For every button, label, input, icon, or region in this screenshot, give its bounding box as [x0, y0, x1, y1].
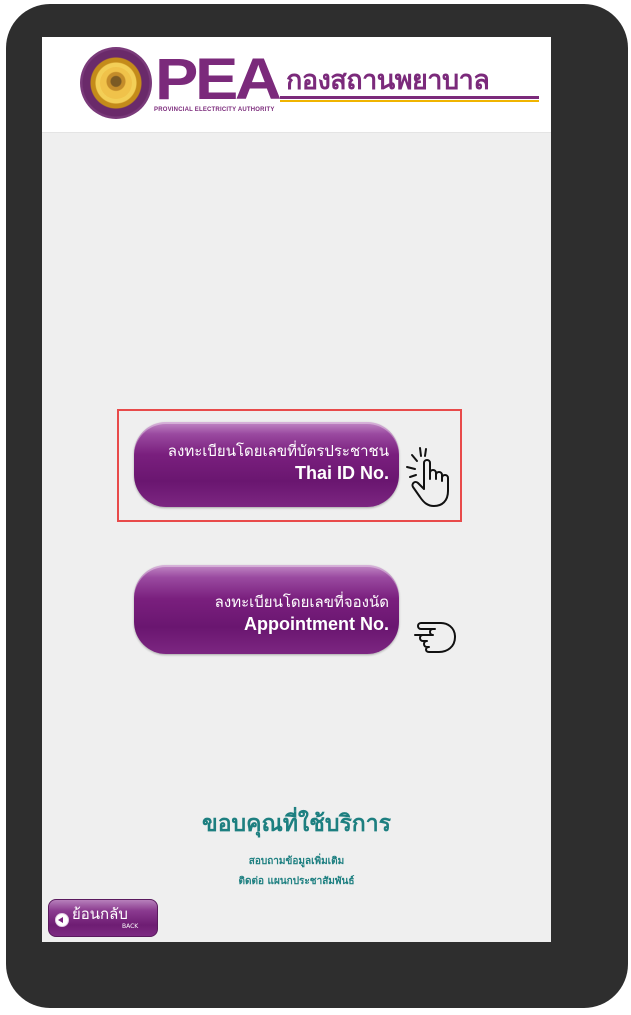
pea-logo-text: PEA: [155, 47, 282, 112]
seal-emblem: [100, 67, 132, 99]
register-appointment-button[interactable]: ลงทะเบียนโดยเลขที่จองนัด Appointment No.: [134, 565, 399, 654]
kiosk-screen: PEA PROVINCIAL ELECTRICITY AUTHORITY กอง…: [42, 37, 551, 942]
contact-info-line1: สอบถามข้อมูลเพิ่มเติม: [248, 856, 345, 867]
contact-info-line2: ติดต่อ แผนกประชาสัมพันธ์: [238, 876, 355, 887]
thank-you-message: ขอบคุณที่ใช้บริการ: [201, 811, 391, 837]
back-button[interactable]: ย้อนกลับ BACK: [48, 899, 158, 937]
title-underline: [280, 96, 539, 99]
button-label-english: Appointment No.: [244, 614, 389, 634]
button-label: ลงทะเบียนโดยเลขที่บัตรประชาชน Thai ID No…: [168, 442, 389, 485]
pointing-hand-icon: [414, 622, 456, 653]
header: PEA PROVINCIAL ELECTRICITY AUTHORITY กอง…: [42, 37, 551, 133]
button-label-thai: ลงทะเบียนโดยเลขที่บัตรประชาชน: [167, 442, 389, 460]
back-button-label: ย้อนกลับ: [72, 905, 128, 923]
button-label-english: Thai ID No.: [295, 463, 389, 483]
department-title: กองสถานพยาบาล: [286, 65, 490, 96]
pointing-hand-tap-icon: [406, 447, 449, 507]
button-label-thai: ลงทะเบียนโดยเลขที่จองนัด: [214, 593, 389, 611]
register-thai-id-button[interactable]: ลงทะเบียนโดยเลขที่บัตรประชาชน Thai ID No…: [134, 422, 399, 507]
back-button-sublabel: BACK: [122, 923, 139, 930]
pea-seal-logo: [80, 47, 152, 119]
title-underline-gold: [280, 100, 539, 102]
pea-logo-subtext: PROVINCIAL ELECTRICITY AUTHORITY: [154, 107, 275, 113]
back-arrow-icon: [55, 913, 69, 927]
button-label: ลงทะเบียนโดยเลขที่จองนัด Appointment No.: [215, 593, 389, 636]
